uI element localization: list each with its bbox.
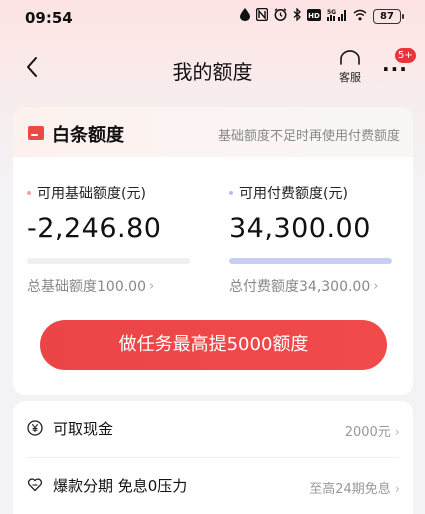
basic-dot-icon — [27, 191, 31, 195]
nav-bar: 我的额度 客服 ··· 5+ — [0, 44, 425, 92]
paid-total-link[interactable]: 总付费额度34,300.00 › — [229, 276, 392, 296]
battery-indicator: 87 — [373, 8, 404, 24]
chevron-right-icon: › — [149, 278, 155, 294]
hd-icon: HD — [307, 8, 321, 24]
list-item-value: 至高24期免息 — [309, 482, 391, 497]
chevron-right-icon: › — [394, 482, 400, 497]
list-item-value: 2000元 — [344, 425, 391, 440]
feature-list: 可取现金 2000元 › 爆款分期 免息0压力 至高24期免息 › — [13, 401, 413, 514]
water-drop-icon — [240, 8, 250, 24]
paid-limit-section: 可用付费额度(元) 34,300.00 总付费额度34,300.00 › — [229, 183, 392, 296]
list-item-label: 可取现金 — [53, 420, 114, 438]
basic-limit-section: 可用基础额度(元) -2,246.80 总基础额度100.00 › — [27, 183, 190, 296]
status-icons: HD 5G 87 — [240, 7, 404, 24]
chevron-right-icon: › — [394, 425, 400, 440]
list-item-cash[interactable]: 可取现金 2000元 › — [13, 401, 413, 458]
notification-badge: 5+ — [395, 48, 416, 63]
more-button[interactable]: ··· 5+ — [378, 48, 416, 84]
status-time: 09:54 — [25, 9, 73, 27]
basic-total-text: 总基础额度100.00 — [27, 279, 146, 295]
signal-5g-icon: 5G — [327, 8, 347, 24]
wifi-icon — [353, 9, 367, 24]
baitiao-icon — [28, 126, 44, 140]
chevron-right-icon: › — [373, 278, 379, 294]
task-boost-button[interactable]: 做任务最高提5000额度 — [40, 320, 387, 370]
yen-circle-icon — [27, 420, 43, 436]
card-header: 白条额度 基础额度不足时再使用付费额度 — [13, 107, 413, 157]
alarm-icon — [274, 8, 287, 24]
status-bar: 09:54 HD 5G 87 — [0, 0, 425, 36]
paid-limit-bar — [229, 258, 392, 264]
more-dots-icon: ··· — [382, 57, 408, 81]
basic-total-link[interactable]: 总基础额度100.00 › — [27, 276, 190, 296]
paid-dot-icon — [229, 191, 233, 195]
svg-text:HD: HD — [308, 12, 320, 20]
paid-limit-bar-fill — [229, 258, 392, 264]
paid-total-text: 总付费额度34,300.00 — [229, 279, 371, 295]
customer-service-button[interactable]: 客服 — [334, 50, 366, 84]
paid-limit-label: 可用付费额度(元) — [239, 186, 348, 202]
card-title: 白条额度 — [52, 125, 124, 146]
customer-service-label: 客服 — [339, 71, 361, 84]
heart-icon — [27, 477, 43, 493]
basic-limit-bar — [27, 258, 190, 264]
basic-limit-value: -2,246.80 — [27, 213, 162, 244]
card-note: 基础额度不足时再使用付费额度 — [217, 129, 400, 144]
bluetooth-icon — [293, 7, 301, 24]
credit-card-panel: 白条额度 基础额度不足时再使用付费额度 可用基础额度(元) -2,246.80 … — [13, 107, 413, 395]
paid-limit-value: 34,300.00 — [229, 213, 371, 244]
basic-limit-label: 可用基础额度(元) — [37, 186, 146, 202]
svg-text:5G: 5G — [327, 9, 336, 16]
list-item-label: 爆款分期 免息0压力 — [53, 477, 188, 495]
nfc-icon — [255, 7, 269, 24]
headset-icon — [340, 50, 360, 65]
list-item-installment[interactable]: 爆款分期 免息0压力 至高24期免息 › — [13, 458, 413, 514]
